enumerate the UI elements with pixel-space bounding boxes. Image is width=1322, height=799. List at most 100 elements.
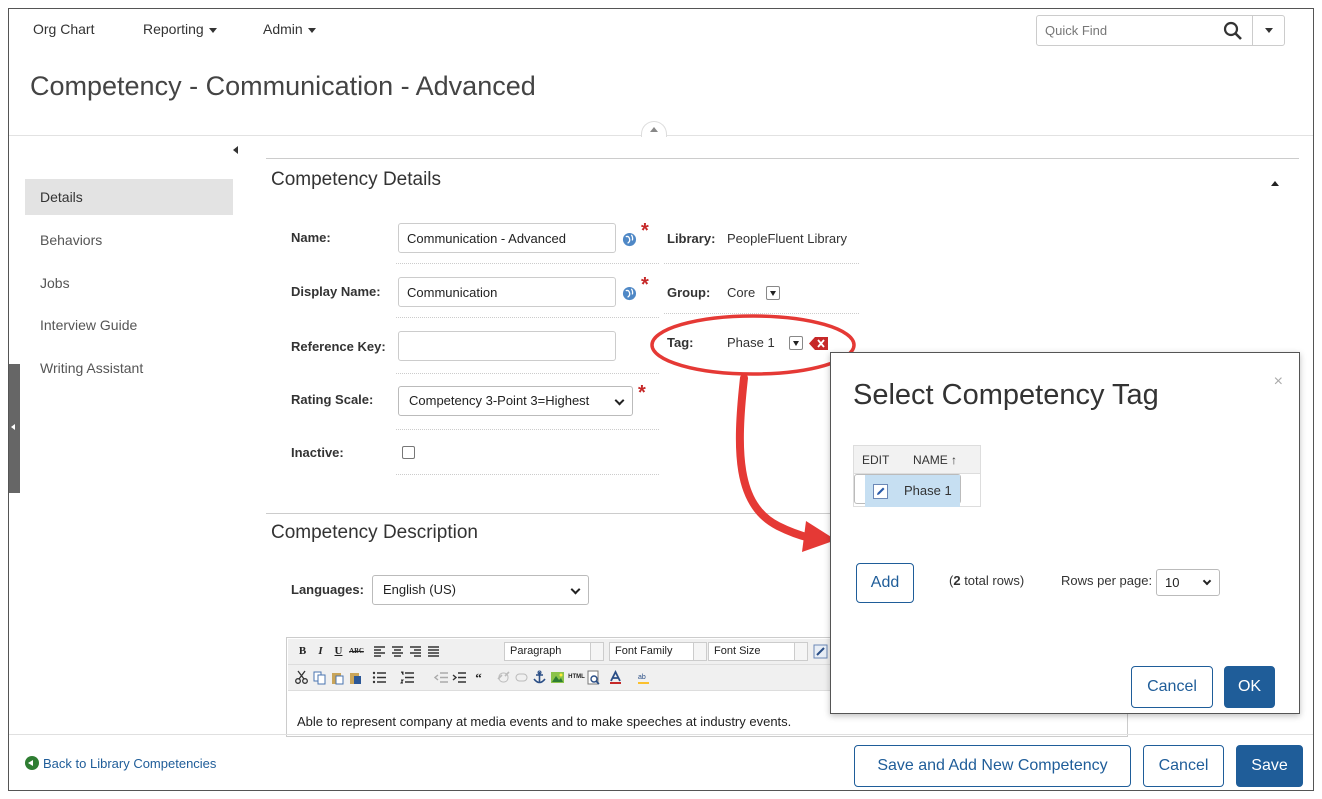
dialog-ok-button[interactable]: OK xyxy=(1224,666,1275,708)
paste-icon[interactable] xyxy=(330,670,345,685)
column-header-name[interactable]: NAME ↑ xyxy=(905,445,981,474)
divider xyxy=(396,263,659,264)
divider xyxy=(396,373,659,374)
sidebar-item-writing-assistant[interactable]: Writing Assistant xyxy=(25,350,233,386)
collapse-header-icon[interactable] xyxy=(641,121,667,137)
strikethrough-button[interactable]: ABC xyxy=(348,643,365,660)
font-family-select[interactable]: Font Family xyxy=(609,642,707,661)
preview-icon[interactable] xyxy=(586,670,601,685)
total-rows-text: (2 total rows) xyxy=(949,573,1024,588)
tag-table: EDIT NAME ↑ Phase 1 Phase 2 xyxy=(853,445,981,507)
quick-find-input[interactable] xyxy=(1037,16,1217,45)
total-count: 2 xyxy=(953,573,961,588)
save-and-add-new-button[interactable]: Save and Add New Competency xyxy=(854,745,1131,787)
rating-scale-label: Rating Scale: xyxy=(291,392,374,407)
underline-button[interactable]: U xyxy=(330,643,347,660)
sidebar-item-interview-guide[interactable]: Interview Guide xyxy=(25,307,233,343)
link-icon[interactable] xyxy=(496,670,511,685)
sidebar-collapse-icon[interactable] xyxy=(233,146,238,154)
top-nav: Org Chart Reporting Admin xyxy=(9,9,1313,53)
nav-admin-label: Admin xyxy=(263,21,303,37)
group-value: Core xyxy=(727,285,756,300)
bold-button[interactable]: B xyxy=(294,643,311,660)
reference-key-input[interactable] xyxy=(398,331,616,361)
rows-per-page-select[interactable]: 10 xyxy=(1156,569,1220,596)
collapse-section-icon[interactable] xyxy=(1271,181,1279,186)
divider xyxy=(266,513,839,514)
copy-icon[interactable] xyxy=(312,670,327,685)
languages-select[interactable]: English (US) xyxy=(372,575,589,605)
back-to-library-link[interactable]: Back to Library Competencies xyxy=(25,756,216,771)
align-right-icon[interactable] xyxy=(408,644,423,659)
svg-text:ab: ab xyxy=(638,674,646,681)
chevron-down-icon xyxy=(1202,576,1212,586)
divider xyxy=(266,158,1299,159)
close-icon[interactable]: × xyxy=(1274,373,1283,391)
rows-per-page-label: Rows per page: xyxy=(1061,573,1153,588)
font-size-select[interactable]: Font Size xyxy=(708,642,808,661)
edit-pencil-icon[interactable] xyxy=(873,484,888,500)
sidebar-item-jobs[interactable]: Jobs xyxy=(25,265,233,301)
rating-scale-select[interactable]: Competency 3-Point 3=Highest xyxy=(398,386,633,416)
align-center-icon[interactable] xyxy=(390,644,405,659)
styles-icon[interactable] xyxy=(813,644,828,659)
name-label: Name: xyxy=(291,230,331,245)
unlink-icon[interactable] xyxy=(514,670,529,685)
caret-down-icon xyxy=(1265,28,1273,33)
back-arrow-icon xyxy=(25,756,39,770)
group-dropdown[interactable] xyxy=(766,286,780,300)
globe-icon[interactable] xyxy=(622,232,637,247)
tag-dropdown[interactable] xyxy=(789,336,803,350)
table-row[interactable]: Phase 1 xyxy=(854,474,961,507)
indent-icon[interactable] xyxy=(452,670,467,685)
sort-ascending-icon: ↑ xyxy=(951,452,958,467)
sidebar-item-behaviors[interactable]: Behaviors xyxy=(25,222,233,258)
cancel-button[interactable]: Cancel xyxy=(1143,745,1224,787)
nav-org-chart[interactable]: Org Chart xyxy=(33,21,94,37)
text-color-icon[interactable] xyxy=(608,670,623,685)
save-button[interactable]: Save xyxy=(1236,745,1303,787)
nav-admin[interactable]: Admin xyxy=(263,21,316,37)
column-header-edit: EDIT xyxy=(853,445,906,474)
align-left-icon[interactable] xyxy=(372,644,387,659)
required-asterisk: * xyxy=(641,274,649,296)
bullet-list-icon[interactable] xyxy=(372,670,387,685)
numbered-list-icon[interactable] xyxy=(400,670,415,685)
add-tag-button[interactable]: Add xyxy=(856,563,914,603)
outdent-icon[interactable] xyxy=(434,670,449,685)
name-input[interactable] xyxy=(398,223,616,253)
divider xyxy=(664,313,859,314)
highlight-color-icon[interactable]: ab xyxy=(636,670,651,685)
reference-key-label: Reference Key: xyxy=(291,339,386,354)
search-icon[interactable] xyxy=(1223,21,1245,41)
nav-reporting[interactable]: Reporting xyxy=(143,21,217,37)
tag-label: Tag: xyxy=(667,335,694,350)
dialog-cancel-button[interactable]: Cancel xyxy=(1131,666,1213,708)
italic-button[interactable]: I xyxy=(312,643,329,660)
html-button[interactable]: HTML xyxy=(568,669,585,686)
tag-remove-icon[interactable] xyxy=(809,337,828,350)
paragraph-select[interactable]: Paragraph xyxy=(504,642,604,661)
sidebar-item-details[interactable]: Details xyxy=(25,179,233,215)
anchor-icon[interactable] xyxy=(532,670,547,685)
tag-value: Phase 1 xyxy=(727,335,775,350)
divider xyxy=(396,317,659,318)
left-panel-handle[interactable] xyxy=(9,364,20,493)
blockquote-icon[interactable]: “ xyxy=(470,669,487,686)
languages-value: English (US) xyxy=(383,582,456,597)
display-name-input[interactable] xyxy=(398,277,616,307)
dialog-title: Select Competency Tag xyxy=(853,379,1159,411)
section-title-description: Competency Description xyxy=(271,522,478,543)
library-label: Library: xyxy=(667,231,716,246)
image-icon[interactable] xyxy=(550,670,565,685)
back-link-label: Back to Library Competencies xyxy=(43,756,217,771)
cut-icon[interactable] xyxy=(294,670,309,685)
align-justify-icon[interactable] xyxy=(426,644,441,659)
globe-icon[interactable] xyxy=(622,286,637,301)
paste-word-icon[interactable] xyxy=(348,670,363,685)
quick-find xyxy=(1036,15,1285,46)
display-name-label: Display Name: xyxy=(291,284,381,299)
quick-find-dropdown[interactable] xyxy=(1252,16,1285,45)
editor-body-text[interactable]: Able to represent company at media event… xyxy=(297,714,791,729)
inactive-checkbox[interactable] xyxy=(402,446,415,459)
